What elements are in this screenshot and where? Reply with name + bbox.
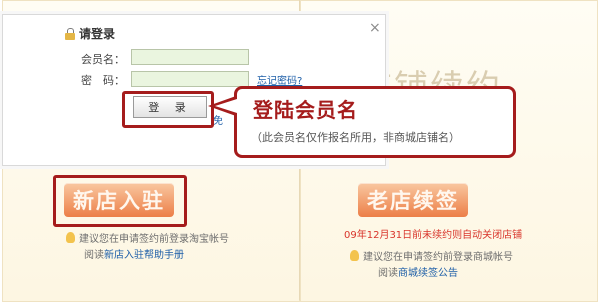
renew-store-button[interactable]: 老店续签	[358, 183, 468, 217]
dialog-title: 请登录	[79, 27, 116, 41]
new-store-tip-link-line: 阅读新店入驻帮助手册	[84, 248, 184, 264]
callout-box: 登陆会员名 （此会员名仅作报名所用，非商城店铺名）	[234, 86, 516, 158]
renew-deadline-notice: 09年12月31日前未续约则自动关闭店铺	[344, 230, 523, 241]
login-button-highlight-box	[122, 91, 214, 128]
dialog-header: 请登录	[65, 25, 115, 42]
callout-title: 登陆会员名	[253, 98, 358, 122]
username-label: 会员名：	[81, 53, 125, 66]
new-store-help-link[interactable]: 新店入驻帮助手册	[104, 250, 184, 261]
close-icon[interactable]: ×	[369, 20, 381, 36]
callout-arrow-fill	[215, 99, 237, 113]
lightbulb-icon	[350, 250, 359, 261]
callout-note: （此会员名仅作报名所用，非商城店铺名）	[251, 131, 460, 144]
username-input[interactable]	[131, 49, 249, 65]
new-store-highlight-box	[53, 175, 187, 227]
read-prefix: 阅读	[84, 250, 104, 261]
password-label: 密 码：	[81, 74, 125, 87]
forgot-password-link[interactable]: 忘记密码?	[257, 72, 302, 87]
read-prefix: 阅读	[378, 268, 398, 279]
renew-notice-link[interactable]: 商城续签公告	[398, 268, 458, 279]
renew-store-tip-link-line: 阅读商城续签公告	[378, 266, 458, 282]
renew-store-tip: 建议您在申请签约前登录商城帐号	[350, 250, 513, 266]
lightbulb-icon	[66, 232, 75, 243]
password-input[interactable]	[131, 71, 249, 87]
new-store-tip: 建议您在申请签约前登录淘宝帐号	[66, 232, 229, 248]
new-store-tip-text: 建议您在申请签约前登录淘宝帐号	[79, 234, 229, 245]
lock-icon	[65, 27, 75, 40]
renew-store-tip-text: 建议您在申请签约前登录商城帐号	[363, 252, 513, 263]
